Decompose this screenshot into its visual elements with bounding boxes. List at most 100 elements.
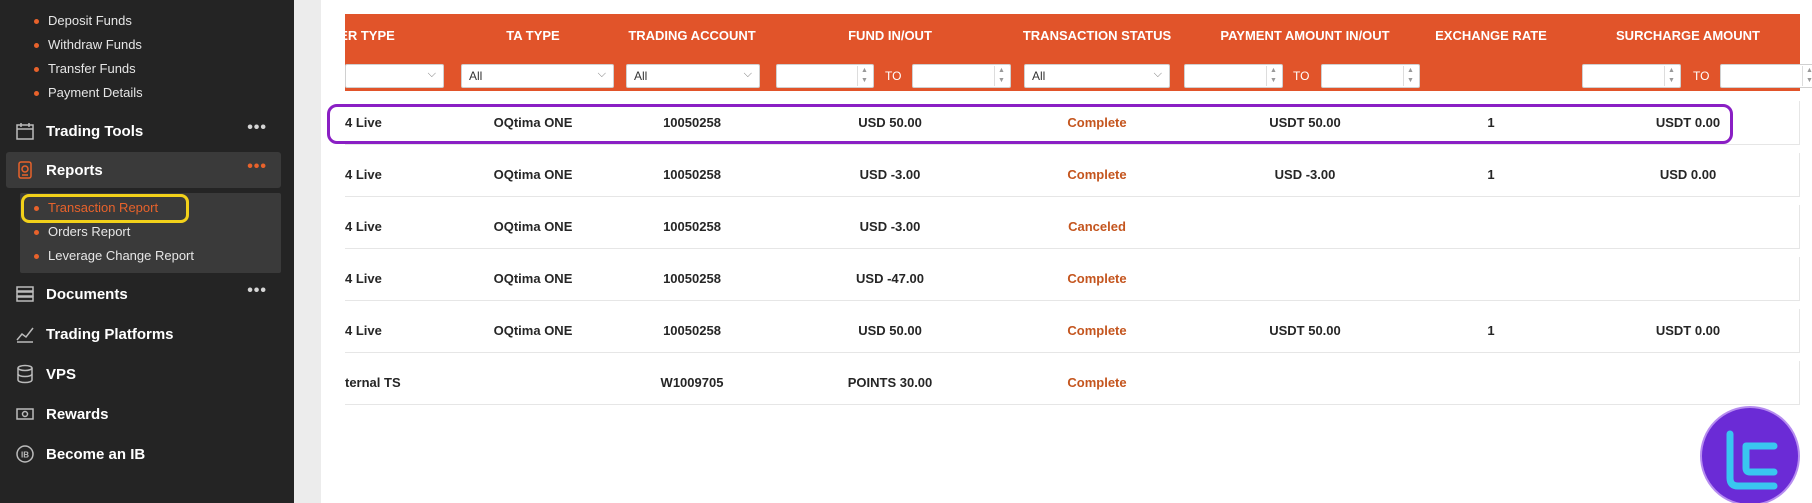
spinner-icon[interactable]: ▲ ▼ xyxy=(1664,66,1678,86)
sidebar-item-withdraw-funds[interactable]: Withdraw Funds xyxy=(34,37,142,52)
sidebar-item-label: Reports xyxy=(46,161,103,179)
table-row[interactable]: 4 Live OQtima ONE 10050258 USD 50.00 Com… xyxy=(345,309,1800,353)
to-label: TO xyxy=(1693,69,1710,83)
cell-type: ternal TS xyxy=(345,375,401,390)
sidebar-item-label: Transfer Funds xyxy=(48,61,136,76)
sidebar-item-deposit-funds[interactable]: Deposit Funds xyxy=(34,13,132,28)
sidebar-item-documents[interactable]: Documents ••• xyxy=(6,276,281,312)
sidebar-item-trading-platforms[interactable]: Trading Platforms xyxy=(6,316,281,352)
cell-account: 10050258 xyxy=(663,167,721,182)
sidebar-item-payment-details[interactable]: Payment Details xyxy=(34,85,143,100)
cell-ta-type: OQtima ONE xyxy=(493,323,573,338)
tc-logo-icon xyxy=(1726,430,1778,490)
more-icon[interactable]: ••• xyxy=(247,119,267,137)
bullet-icon xyxy=(34,19,39,24)
sidebar-item-label: Documents xyxy=(46,285,128,303)
cell-ta-type: OQtima ONE xyxy=(493,167,573,182)
fund-from-input[interactable]: ▲ ▼ xyxy=(776,64,874,88)
sidebar-item-label: Become an IB xyxy=(46,445,146,463)
surcharge-from-input[interactable]: ▲ ▼ xyxy=(1582,64,1681,88)
bullet-icon xyxy=(34,254,39,259)
chevron-down-icon: ⌵ xyxy=(743,68,752,80)
table-row[interactable]: ternal TS W1009705 POINTS 30.00 Complete xyxy=(345,361,1800,405)
payment-from-input[interactable]: ▲ ▼ xyxy=(1184,64,1283,88)
spinner-icon[interactable]: ▲ ▼ xyxy=(1802,66,1812,86)
sidebar-item-vps[interactable]: VPS xyxy=(6,356,281,392)
more-icon[interactable]: ••• xyxy=(247,282,267,300)
sidebar-item-label: Deposit Funds xyxy=(48,13,132,28)
cell-status: Complete xyxy=(1067,271,1127,286)
cell-status: Complete xyxy=(1067,323,1127,338)
sidebar-item-label: Orders Report xyxy=(48,224,131,239)
cell-account: 10050258 xyxy=(663,271,721,286)
cell-rate: 1 xyxy=(1487,323,1495,338)
spinner-icon[interactable]: ▲ ▼ xyxy=(857,66,871,86)
cell-rate: 1 xyxy=(1487,167,1495,182)
fund-to-input[interactable]: ▲ ▼ xyxy=(912,64,1011,88)
highlight-annotation xyxy=(327,104,1733,144)
spinner-icon[interactable]: ▲ ▼ xyxy=(994,66,1008,86)
column-header-type[interactable]: ER TYPE xyxy=(339,28,395,43)
column-header-ta-type[interactable]: TA TYPE xyxy=(506,28,559,43)
chevron-down-icon: ⌵ xyxy=(1153,68,1162,80)
ta-type-filter-select[interactable]: All ⌵ xyxy=(461,64,614,88)
sidebar-item-reports[interactable]: Reports ••• xyxy=(6,152,281,188)
select-value: All xyxy=(1032,69,1046,83)
bullet-icon xyxy=(34,67,39,72)
column-header-fund[interactable]: FUND IN/OUT xyxy=(848,28,932,43)
column-header-trading-account[interactable]: TRADING ACCOUNT xyxy=(628,28,755,43)
ib-icon: IB xyxy=(16,445,34,463)
trading-account-filter-select[interactable]: All ⌵ xyxy=(626,64,760,88)
select-value: All xyxy=(469,69,483,83)
sidebar-item-label: Trading Tools xyxy=(46,122,144,140)
to-label: TO xyxy=(885,69,902,83)
cell-surcharge: USDT 0.00 xyxy=(1655,323,1721,338)
cell-status: Complete xyxy=(1067,167,1127,182)
sidebar-item-transfer-funds[interactable]: Transfer Funds xyxy=(34,61,136,76)
cell-account: 10050258 xyxy=(663,323,721,338)
more-icon[interactable]: ••• xyxy=(247,158,267,176)
column-header-exchange-rate[interactable]: EXCHANGE RATE xyxy=(1435,28,1547,43)
surcharge-to-input[interactable]: ▲ ▼ xyxy=(1720,64,1812,88)
spinner-icon[interactable]: ▲ ▼ xyxy=(1266,66,1280,86)
table-row[interactable]: 4 Live OQtima ONE 10050258 USD -3.00 Can… xyxy=(345,205,1800,249)
sidebar-item-become-ib[interactable]: IB Become an IB xyxy=(6,436,281,472)
sidebar-item-leverage-change-report[interactable]: Leverage Change Report xyxy=(34,248,194,263)
sidebar: Deposit Funds Withdraw Funds Transfer Fu… xyxy=(0,0,294,503)
chevron-down-icon: ⌵ xyxy=(427,68,436,80)
payment-to-input[interactable]: ▲ ▼ xyxy=(1321,64,1420,88)
cell-payment: USDT 50.00 xyxy=(1269,323,1341,338)
calendar-icon xyxy=(16,123,34,140)
cell-account: 10050258 xyxy=(663,219,721,234)
sidebar-item-orders-report[interactable]: Orders Report xyxy=(34,224,131,239)
sidebar-item-trading-tools[interactable]: Trading Tools ••• xyxy=(6,113,281,149)
database-icon xyxy=(17,364,33,384)
cell-ta-type: OQtima ONE xyxy=(493,219,573,234)
cell-fund: USD -3.00 xyxy=(859,167,921,182)
sidebar-item-label: Leverage Change Report xyxy=(48,248,194,263)
highlight-annotation xyxy=(21,194,189,223)
cell-payment: USD -3.00 xyxy=(1274,167,1336,182)
bullet-icon xyxy=(34,230,39,235)
column-header-payment[interactable]: PAYMENT AMOUNT IN/OUT xyxy=(1220,28,1389,43)
cell-type: 4 Live xyxy=(345,271,382,286)
table-header: ER TYPE TA TYPE TRADING ACCOUNT FUND IN/… xyxy=(339,14,1812,91)
column-header-status[interactable]: TRANSACTION STATUS xyxy=(1023,28,1171,43)
select-value: All xyxy=(634,69,648,83)
chevron-down-icon: ⌵ xyxy=(597,68,606,80)
table-row[interactable]: 4 Live OQtima ONE 10050258 USD -47.00 Co… xyxy=(345,257,1800,301)
table-row[interactable]: 4 Live OQtima ONE 10050258 USD -3.00 Com… xyxy=(345,153,1800,197)
type-filter-select[interactable]: ⌵ xyxy=(345,64,444,88)
cell-ta-type: OQtima ONE xyxy=(493,271,573,286)
spinner-icon[interactable]: ▲ ▼ xyxy=(1403,66,1417,86)
sidebar-item-label: Payment Details xyxy=(48,85,143,100)
column-header-surcharge[interactable]: SURCHARGE AMOUNT xyxy=(1616,28,1760,43)
svg-text:IB: IB xyxy=(21,451,29,460)
cell-fund: POINTS 30.00 xyxy=(847,375,933,390)
status-filter-select[interactable]: All ⌵ xyxy=(1024,64,1170,88)
sidebar-item-rewards[interactable]: Rewards xyxy=(6,396,281,432)
cell-account: W1009705 xyxy=(660,375,724,390)
cell-type: 4 Live xyxy=(345,167,382,182)
bullet-icon xyxy=(34,91,39,96)
tc-logo-icon xyxy=(1700,406,1800,503)
